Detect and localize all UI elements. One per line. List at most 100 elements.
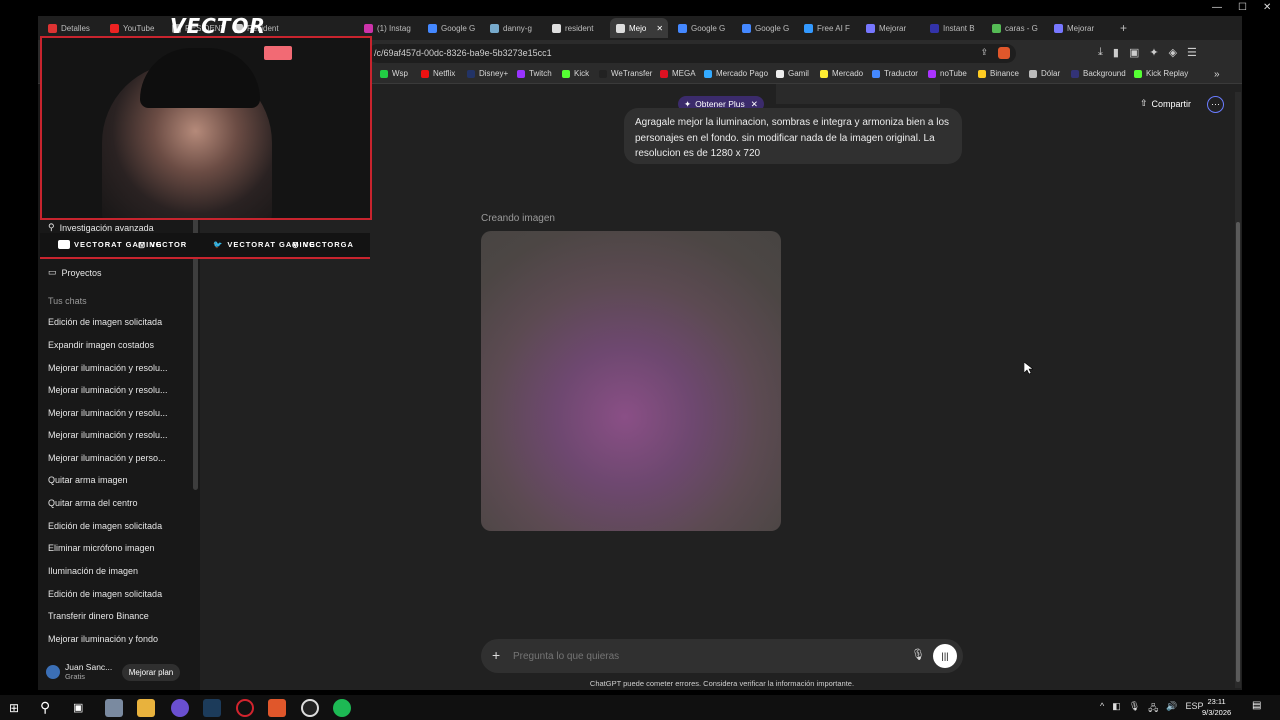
vpn-icon[interactable]: ◈ [1169,46,1177,59]
bookmark-mercado-pago[interactable]: Mercado Pago [704,69,768,78]
bookmark-gamil[interactable]: Gamil [776,69,809,78]
bookmark-mercado[interactable]: Mercado [820,69,863,78]
opera-icon[interactable] [236,699,254,717]
tab-0[interactable]: Detalles [42,18,104,38]
chat-item[interactable]: Edición de imagen solicitada [48,521,162,531]
task-view-icon[interactable]: ▣ [73,701,83,714]
tab-7[interactable]: resident [546,18,608,38]
bookmark-kick[interactable]: Kick [562,69,589,78]
bookmark-netflix[interactable]: Netflix [421,69,455,78]
brave-shield-icon[interactable] [998,47,1010,59]
more-options-button[interactable]: ··· [1207,96,1224,113]
voice-mode-icon[interactable]: ||| [933,644,957,668]
windows-start-icon[interactable]: ⊞ [9,701,19,715]
tab-5[interactable]: Google G [422,18,484,38]
maximize-button[interactable]: ☐ [1238,2,1247,13]
network-icon[interactable]: 🖧 [1148,701,1158,717]
tab-15[interactable]: Mejorar [1048,18,1110,38]
brave-icon[interactable] [268,699,286,717]
tab-8-active[interactable]: Mejo ✕ [610,18,668,38]
window-controls: — ☐ ✕ [1212,2,1271,13]
user-profile[interactable]: Juan Sanc... Gratis [46,662,112,681]
chat-item[interactable]: Iluminación de imagen [48,566,138,576]
chat-item[interactable]: Transferir dinero Binance [48,611,149,621]
close-tab-icon[interactable]: ✕ [656,24,663,33]
chat-item[interactable]: Mejorar iluminación y resolu... [48,408,168,418]
tab-4[interactable]: (1) Instag [358,18,420,38]
steam-icon[interactable] [203,699,221,717]
bookmark-background[interactable]: Background [1071,69,1126,78]
chat-item[interactable]: Quitar arma del centro [48,498,138,508]
bookmark-twitch[interactable]: Twitch [517,69,552,78]
bookmark-kick-replay[interactable]: Kick Replay [1134,69,1188,78]
chat-item[interactable]: Mejorar iluminación y perso... [48,453,166,463]
bookmark-wetransfer[interactable]: WeTransfer [599,69,652,78]
tab-9[interactable]: Google G [672,18,734,38]
chat-item[interactable]: Quitar arma imagen [48,475,128,485]
new-tab-button[interactable]: + [1114,18,1130,38]
chevron-up-icon[interactable]: ^ [1100,701,1104,717]
wallet-icon[interactable]: ▣ [1129,46,1139,59]
volume-icon[interactable]: 🔊 [1166,701,1177,717]
sidebar-item-projects[interactable]: ▭ Proyectos [48,267,102,278]
obs-icon[interactable] [301,699,319,717]
leo-ai-icon[interactable]: ✦ [1149,46,1158,59]
microphone-icon[interactable]: 🎙 [911,648,925,661]
chat-item[interactable]: Mejorar iluminación y fondo [48,634,158,644]
tab-6[interactable]: danny-g [484,18,546,38]
address-bar[interactable]: /c/69af457d-00dc-8326-ba9e-5b3273e15cc1 … [368,44,1016,63]
spotify-icon[interactable] [333,699,351,717]
tab-11[interactable]: Free AI F [798,18,860,38]
microphone-tray-icon[interactable]: 🎙 [1129,701,1140,717]
bookmark-disney[interactable]: Disney+ [467,69,508,78]
chat-item[interactable]: Eliminar micrófono imagen [48,543,155,553]
bookmark-mega[interactable]: MEGA [660,69,696,78]
sidebar-icon[interactable]: ▮ [1113,46,1119,59]
tray-app-icon[interactable]: ◧ [1112,701,1121,717]
plus-icon[interactable]: + [492,647,500,663]
app-icon[interactable] [105,699,123,717]
more-bookmarks-icon[interactable]: » [1214,69,1220,80]
chat-item[interactable]: Edición de imagen solicitada [48,317,162,327]
bookmark-wsp[interactable]: Wsp [380,69,408,78]
share-button[interactable]: ⇧ Compartir [1140,98,1191,109]
search-icon[interactable]: ⚲ [40,699,50,716]
tab-1[interactable]: YouTube [104,18,166,38]
tab-12[interactable]: Mejorar [860,18,922,38]
tab-13[interactable]: Instant B [924,18,986,38]
download-icon[interactable]: ⤓ [1098,46,1103,59]
upgrade-plan-button[interactable]: Mejorar plan [122,664,180,681]
tab-14[interactable]: caras - G [986,18,1048,38]
avatar [46,664,60,679]
chat-item[interactable]: Edición de imagen solicitada [48,589,162,599]
prompt-box[interactable]: + 🎙 ||| [481,639,963,673]
menu-icon[interactable]: ☰ [1187,46,1197,59]
bookmark-notube[interactable]: noTube [928,69,967,78]
file-explorer-icon[interactable] [137,699,155,717]
notifications-icon[interactable]: ▤ [1252,700,1261,711]
time: 23:11 [1207,697,1226,706]
clock[interactable]: 23:11 9/3/2026 [1202,696,1231,718]
minimize-button[interactable]: — [1212,2,1222,13]
chat-item[interactable]: Mejorar iluminación y resolu... [48,430,168,440]
mega-icon [660,69,668,78]
chat-item[interactable]: Mejorar iluminación y resolu... [48,363,168,373]
language-indicator[interactable]: ESP [1185,701,1203,717]
instagram-icon: ◎ [292,240,300,249]
close-window-button[interactable]: ✕ [1263,2,1271,13]
bookmark-traductor[interactable]: Traductor [872,69,918,78]
tab-favicon-icon [552,23,561,33]
discord-icon[interactable] [171,699,189,717]
tab-10[interactable]: Google G [736,18,798,38]
chat-item[interactable]: Expandir imagen costados [48,340,154,350]
bookmark-dolar[interactable]: Dólar [1029,69,1060,78]
share-page-icon[interactable]: ⇪ [980,47,988,58]
chat-item[interactable]: Mejorar iluminación y resolu... [48,385,168,395]
notube-icon [928,69,936,78]
main-scrollbar[interactable] [1235,92,1241,688]
sidebar-item-advanced-research[interactable]: ⚲ Investigación avanzada [48,222,154,233]
scrollbar-thumb[interactable] [1236,222,1240,682]
prompt-input[interactable] [513,647,893,665]
bookmark-binance[interactable]: Binance [978,69,1019,78]
date: 9/3/2026 [1202,708,1232,717]
